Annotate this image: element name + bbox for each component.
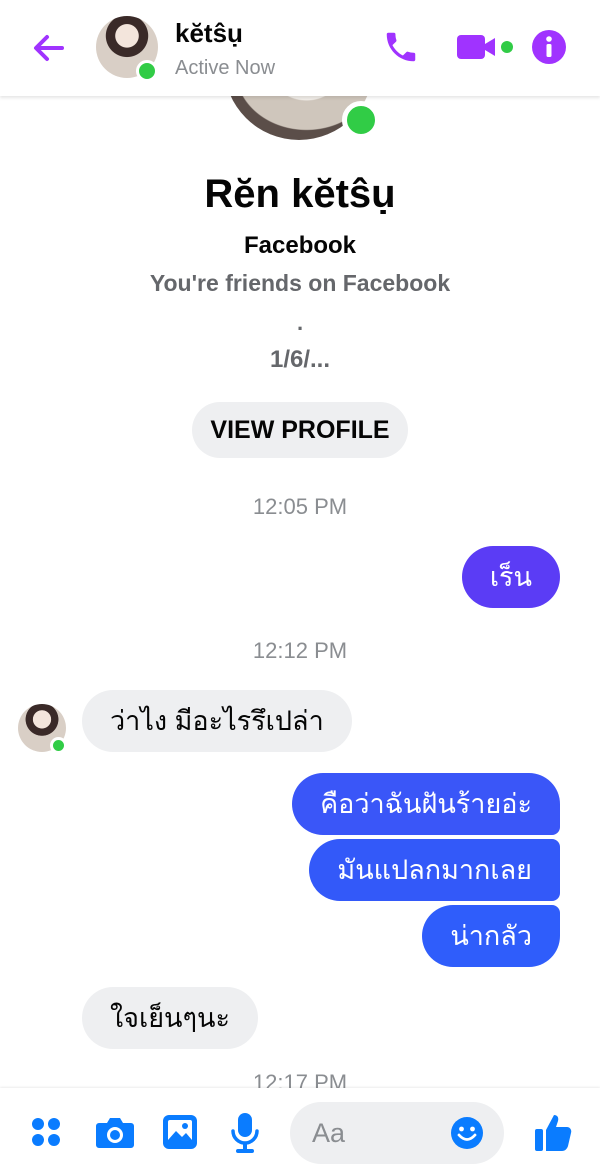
camera-icon[interactable] <box>95 1114 135 1150</box>
info-icon[interactable] <box>531 29 567 65</box>
online-indicator <box>342 101 380 139</box>
phone-icon[interactable] <box>382 28 420 66</box>
friendship-status: You're friends on Facebook <box>149 270 451 296</box>
message-bubble-outgoing[interactable]: น่ากลัว <box>422 905 560 967</box>
profile-date: 1/6/... <box>269 346 331 373</box>
apps-icon[interactable] <box>30 1116 62 1148</box>
message-bubble-outgoing[interactable]: คือว่าฉันฝันร้ายอ่ะ <box>292 773 560 835</box>
conversation-header: kĕtŝụ Active Now <box>0 0 600 96</box>
emoji-icon[interactable] <box>450 1116 484 1150</box>
contact-name[interactable]: kĕtŝụ <box>175 18 243 49</box>
profile-network: Facebook <box>243 232 357 259</box>
separator: . <box>296 310 304 335</box>
thumbs-up-icon[interactable] <box>534 1112 572 1152</box>
message-bubble-outgoing[interactable]: มันแปลกมากเลย <box>309 839 560 901</box>
message-bubble-incoming[interactable]: ใจเย็นๆนะ <box>82 987 258 1049</box>
message-bubble-outgoing[interactable]: เร็น <box>461 546 560 608</box>
video-camera-icon[interactable] <box>456 30 516 64</box>
message-input-placeholder: Aa <box>312 1118 346 1148</box>
gallery-icon[interactable] <box>162 1114 198 1150</box>
microphone-icon[interactable] <box>230 1112 260 1154</box>
active-status: Active Now <box>175 57 276 79</box>
message-bubble-incoming[interactable]: ว่าไง มีอะไรรึเปล่า <box>82 690 352 752</box>
timestamp: 12:05 PM <box>252 494 348 519</box>
timestamp: 12:12 PM <box>252 638 348 663</box>
back-arrow-icon[interactable] <box>28 28 68 68</box>
view-profile-button[interactable]: VIEW PROFILE <box>192 402 408 458</box>
online-indicator <box>50 737 67 754</box>
online-indicator <box>136 60 158 82</box>
profile-name: Rĕn kĕtŝụ <box>204 172 396 216</box>
